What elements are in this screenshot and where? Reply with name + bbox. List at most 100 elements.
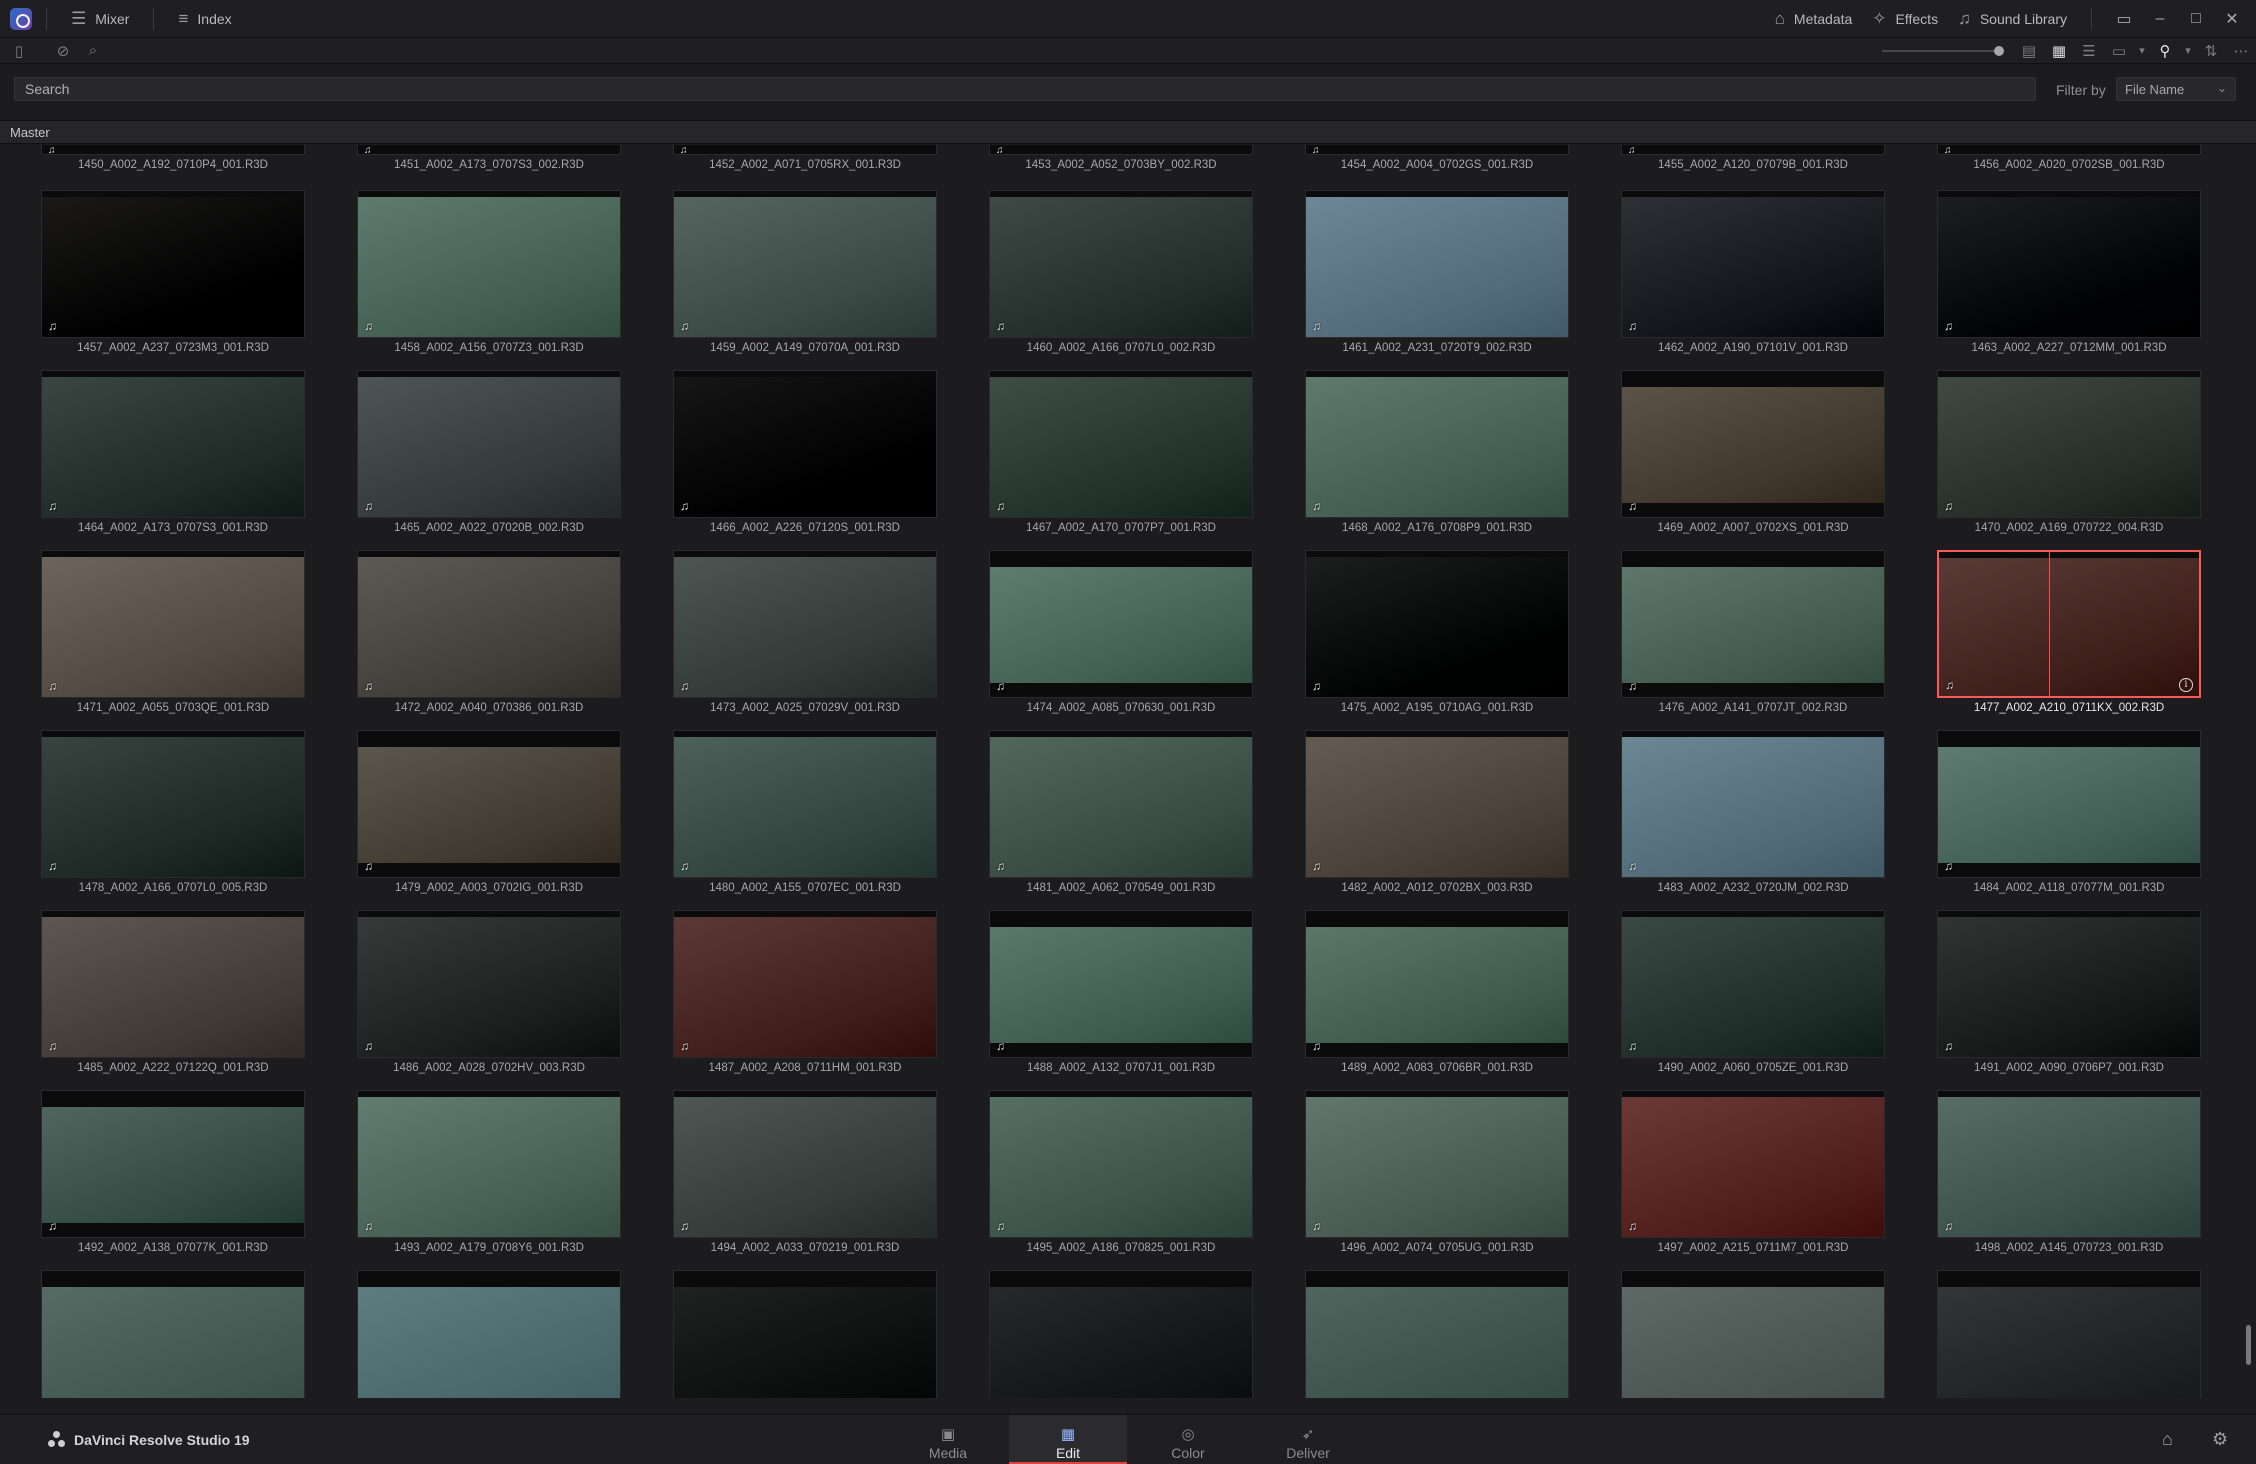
clip-thumbnail[interactable]: ♫ [41, 730, 305, 878]
comment-icon[interactable]: ⌕ [78, 42, 108, 59]
page-tab-media[interactable]: ▣ Media [889, 1415, 1007, 1464]
clip-thumbnail[interactable]: ♫ [1621, 190, 1885, 338]
maximize-icon[interactable]: □ [2178, 10, 2214, 28]
clip-thumbnail[interactable]: ♫ [1621, 910, 1885, 1058]
clip-thumbnail[interactable]: ♫ [1937, 370, 2201, 518]
clip-thumbnail[interactable]: ♫ [1621, 1090, 1885, 1238]
clip-thumbnail[interactable] [1621, 1270, 1885, 1398]
clip-item[interactable]: ♫ 1484_A002_A118_07077M_001.R3D [1937, 730, 2201, 894]
clip-thumbnail[interactable]: ♫ [989, 1090, 1253, 1238]
clip-item[interactable]: ♫ 1487_A002_A208_0711HM_001.R3D [673, 910, 937, 1074]
clip-item[interactable]: ♫ 1490_A002_A060_0705ZE_001.R3D [1621, 910, 1885, 1074]
clip-item[interactable]: ♫ 1450_A002_A192_0710P4_001.R3D [41, 145, 305, 171]
thumbnail-view-icon[interactable]: ▦ [2044, 42, 2074, 60]
info-icon[interactable]: i [2179, 678, 2193, 692]
page-tab-color[interactable]: ◎ Color [1129, 1415, 1247, 1464]
clip-item[interactable]: ♫ 1452_A002_A071_0705RX_001.R3D [673, 145, 937, 171]
clip-thumbnail[interactable]: ♫ [357, 730, 621, 878]
effects-button[interactable]: ✧ Effects [1862, 0, 1948, 38]
clip-item[interactable]: ♫ 1497_A002_A215_0711M7_001.R3D [1621, 1090, 1885, 1254]
clip-thumbnail[interactable]: ♫ [1305, 550, 1569, 698]
panel-toggle-icon[interactable]: ▯ [4, 42, 34, 60]
clip-item[interactable]: ♫ 1459_A002_A149_07070A_001.R3D [673, 190, 937, 354]
clip-item[interactable]: ♫ 1469_A002_A007_0702XS_001.R3D [1621, 370, 1885, 534]
clip-thumbnail[interactable]: ♫ [673, 190, 937, 338]
clip-item[interactable]: ♫ 1465_A002_A022_07020B_002.R3D [357, 370, 621, 534]
clip-item[interactable]: ♫ 1468_A002_A176_0708P9_001.R3D [1305, 370, 1569, 534]
clip-item[interactable] [673, 1270, 937, 1398]
home-icon[interactable]: ⌂ [2162, 1429, 2173, 1450]
clip-thumbnail[interactable]: ♫ [357, 1090, 621, 1238]
bin-name[interactable]: Master [10, 125, 50, 140]
clip-thumbnail[interactable]: ♫ [1621, 550, 1885, 698]
mixer-button[interactable]: ☰ Mixer [61, 0, 139, 38]
clip-item[interactable]: ♫ 1495_A002_A186_070825_001.R3D [989, 1090, 1253, 1254]
clip-thumbnail[interactable]: ♫ [1305, 190, 1569, 338]
clip-item[interactable]: ♫ 1489_A002_A083_0706BR_001.R3D [1305, 910, 1569, 1074]
filter-select[interactable]: File Name ⌄ [2116, 77, 2236, 101]
clip-thumbnail[interactable]: ♫ [1937, 145, 2201, 155]
clip-thumbnail[interactable] [1937, 1270, 2201, 1398]
thumbnail-size-slider[interactable] [1882, 45, 2004, 56]
clip-item[interactable]: ♫ 1474_A002_A085_070630_001.R3D [989, 550, 1253, 714]
clip-thumbnail[interactable] [41, 1270, 305, 1398]
chevron-down-icon[interactable]: ▾ [2180, 44, 2196, 57]
clip-thumbnail[interactable]: ♫ [41, 550, 305, 698]
clip-thumbnail[interactable]: ♫ [357, 145, 621, 155]
clip-item[interactable]: ♫ 1471_A002_A055_0703QE_001.R3D [41, 550, 305, 714]
clip-thumbnail[interactable]: ♫ [989, 370, 1253, 518]
metadata-view-icon[interactable]: ▤ [2014, 42, 2044, 60]
clip-thumbnail[interactable]: ♫ [673, 1090, 937, 1238]
clip-item[interactable]: ♫ 1491_A002_A090_0706P7_001.R3D [1937, 910, 2201, 1074]
clip-thumbnail[interactable]: i ♫ [1937, 550, 2201, 698]
clip-item[interactable]: ♫ 1476_A002_A141_0707JT_002.R3D [1621, 550, 1885, 714]
clip-item[interactable]: ♫ 1498_A002_A145_070723_001.R3D [1937, 1090, 2201, 1254]
clip-item[interactable] [1621, 1270, 1885, 1398]
clip-item[interactable]: ♫ 1462_A002_A190_07101V_001.R3D [1621, 190, 1885, 354]
clip-item[interactable]: ♫ 1454_A002_A004_0702GS_001.R3D [1305, 145, 1569, 171]
clip-thumbnail[interactable]: ♫ [989, 730, 1253, 878]
clip-thumbnail[interactable]: ♫ [1305, 1090, 1569, 1238]
clip-item[interactable] [989, 1270, 1253, 1398]
clip-thumbnail[interactable]: ♫ [1937, 910, 2201, 1058]
clip-thumbnail[interactable]: ♫ [357, 910, 621, 1058]
clip-item[interactable]: ♫ 1457_A002_A237_0723M3_001.R3D [41, 190, 305, 354]
clip-item[interactable]: ♫ 1460_A002_A166_0707L0_002.R3D [989, 190, 1253, 354]
clip-thumbnail[interactable]: ♫ [357, 550, 621, 698]
clip-thumbnail[interactable]: ♫ [1937, 730, 2201, 878]
clip-item[interactable]: ♫ 1472_A002_A040_070386_001.R3D [357, 550, 621, 714]
clip-thumbnail[interactable]: ♫ [989, 550, 1253, 698]
close-icon[interactable]: ✕ [2214, 9, 2250, 29]
clip-item[interactable]: i ♫ 1477_A002_A210_0711KX_002.R3D [1937, 550, 2201, 714]
clip-item[interactable]: ♫ 1481_A002_A062_070549_001.R3D [989, 730, 1253, 894]
clip-item[interactable]: ♫ 1453_A002_A052_0703BY_002.R3D [989, 145, 1253, 171]
aspect-icon[interactable]: ▭ [2104, 42, 2134, 60]
clip-item[interactable]: ♫ 1473_A002_A025_07029V_001.R3D [673, 550, 937, 714]
clip-item[interactable]: ♫ 1466_A002_A226_07120S_001.R3D [673, 370, 937, 534]
clip-thumbnail[interactable]: ♫ [41, 145, 305, 155]
clip-thumbnail[interactable]: ♫ [673, 730, 937, 878]
clip-item[interactable]: ♫ 1464_A002_A173_0707S3_001.R3D [41, 370, 305, 534]
clip-thumbnail[interactable]: ♫ [41, 1090, 305, 1238]
page-tab-edit[interactable]: ▦ Edit [1009, 1415, 1127, 1464]
clip-item[interactable]: ♫ 1488_A002_A132_0707J1_001.R3D [989, 910, 1253, 1074]
clip-thumbnail[interactable]: ♫ [1937, 190, 2201, 338]
clip-thumbnail[interactable]: ♫ [989, 190, 1253, 338]
clip-item[interactable] [1937, 1270, 2201, 1398]
gear-icon[interactable]: ⚙ [2212, 1429, 2228, 1450]
clip-item[interactable]: ♫ 1458_A002_A156_0707Z3_001.R3D [357, 190, 621, 354]
clip-item[interactable]: ♫ 1475_A002_A195_0710AG_001.R3D [1305, 550, 1569, 714]
sound-library-button[interactable]: ♫ Sound Library [1948, 0, 2077, 38]
sort-icon[interactable]: ⇅ [2196, 42, 2226, 60]
clip-thumbnail[interactable]: ♫ [1621, 145, 1885, 155]
clip-thumbnail[interactable]: ♫ [1305, 145, 1569, 155]
display-icon[interactable]: ▭ [2106, 9, 2142, 29]
clip-item[interactable]: ♫ 1496_A002_A074_0705UG_001.R3D [1305, 1090, 1569, 1254]
clip-item[interactable]: ♫ 1482_A002_A012_0702BX_003.R3D [1305, 730, 1569, 894]
slider-knob[interactable] [1994, 45, 2004, 56]
clip-item[interactable]: ♫ 1467_A002_A170_0707P7_001.R3D [989, 370, 1253, 534]
clip-item[interactable]: ♫ 1494_A002_A033_070219_001.R3D [673, 1090, 937, 1254]
chevron-down-icon[interactable]: ▾ [2134, 44, 2150, 57]
clip-thumbnail[interactable]: ♫ [41, 910, 305, 1058]
clip-item[interactable]: ♫ 1455_A002_A120_07079B_001.R3D [1621, 145, 1885, 171]
